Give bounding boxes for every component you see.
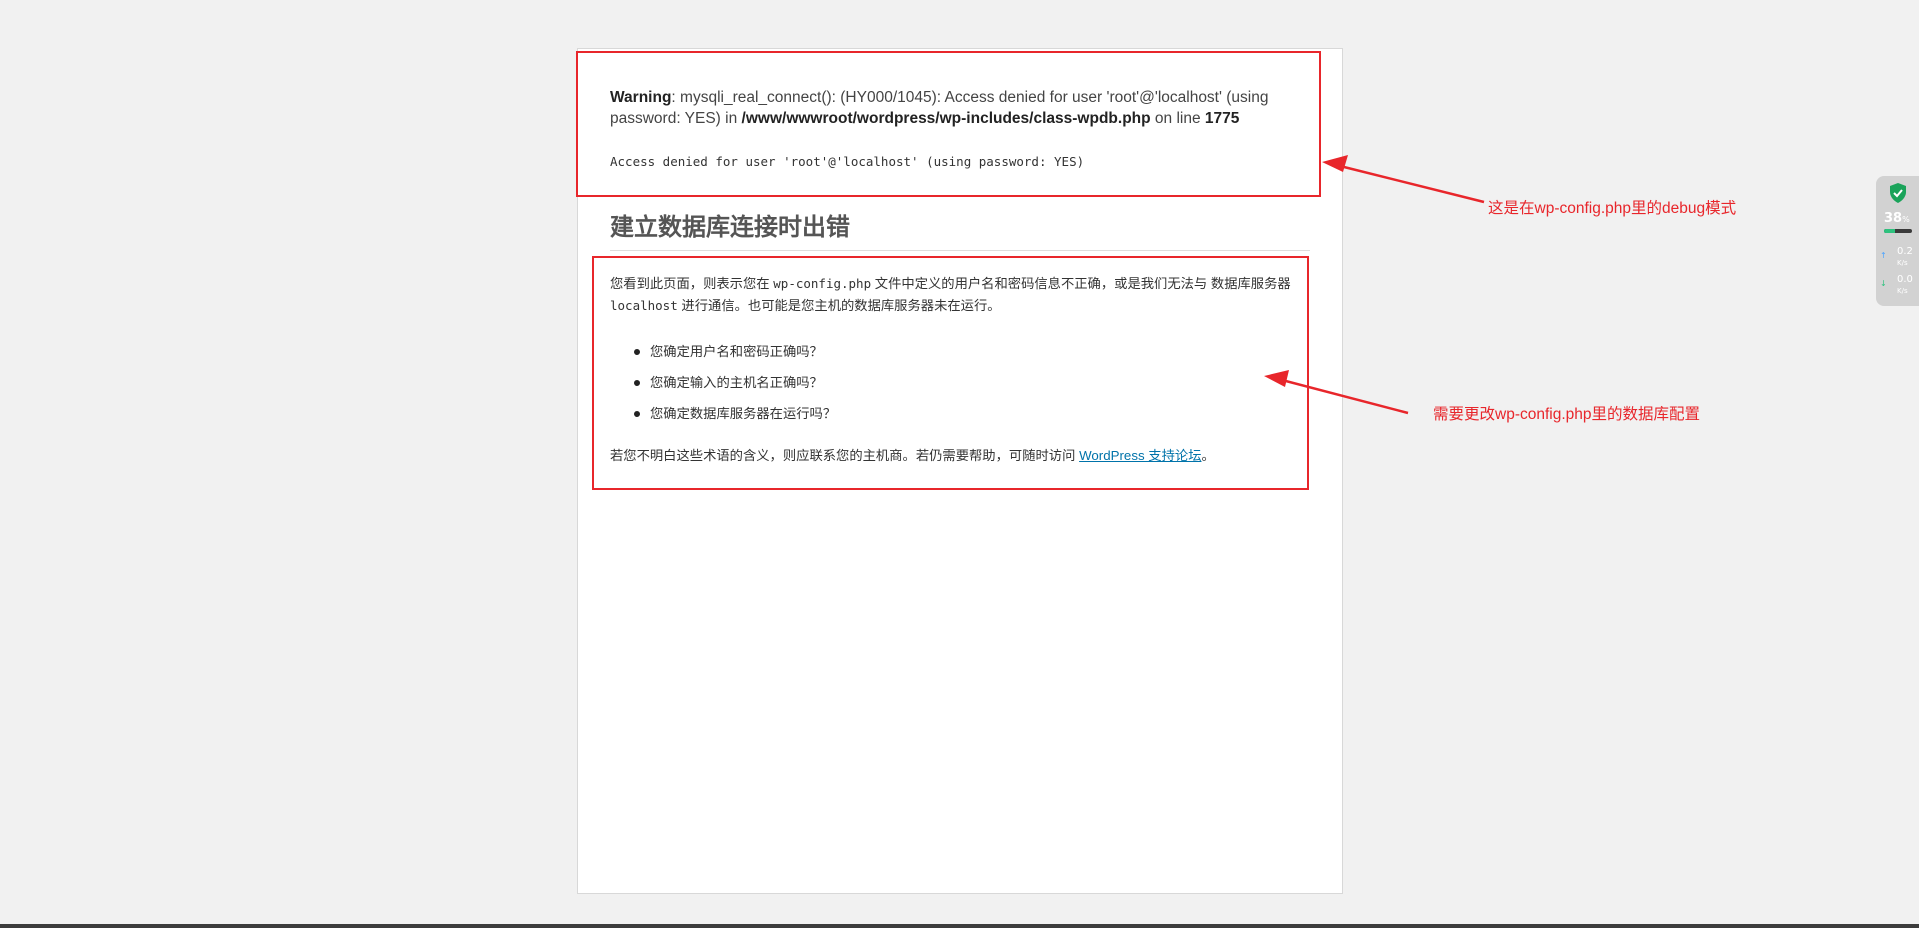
upload-arrow-icon: ↑	[1880, 251, 1887, 260]
cpu-usage-value: 38	[1884, 211, 1903, 226]
config-highlight-box	[592, 256, 1309, 490]
upload-speed-unit: K/s	[1897, 259, 1908, 267]
cpu-usage-unit: %	[1902, 215, 1910, 224]
download-speed-unit: K/s	[1897, 287, 1908, 295]
cpu-usage-fill	[1884, 229, 1895, 233]
debug-highlight-box	[576, 51, 1321, 197]
cpu-usage: 38%	[1884, 211, 1910, 226]
download-arrow-icon: ↓	[1880, 279, 1887, 288]
debug-annotation: 这是在wp-config.php里的debug模式	[1488, 200, 1737, 217]
taskbar-edge	[0, 924, 1919, 928]
cpu-usage-bar	[1884, 229, 1912, 233]
system-monitor-widget[interactable]: 38% ↑ 0.2 K/s ↓ 0.0 K/s	[1876, 176, 1919, 306]
config-annotation: 需要更改wp-config.php里的数据库配置	[1433, 406, 1701, 423]
download-speed-value: 0.0	[1897, 274, 1913, 285]
debug-arrow-line	[1339, 164, 1485, 204]
upload-speed-value: 0.2	[1897, 246, 1913, 257]
shield-check-icon	[1890, 183, 1906, 203]
page-title: 建立数据库连接时出错	[610, 207, 1310, 251]
